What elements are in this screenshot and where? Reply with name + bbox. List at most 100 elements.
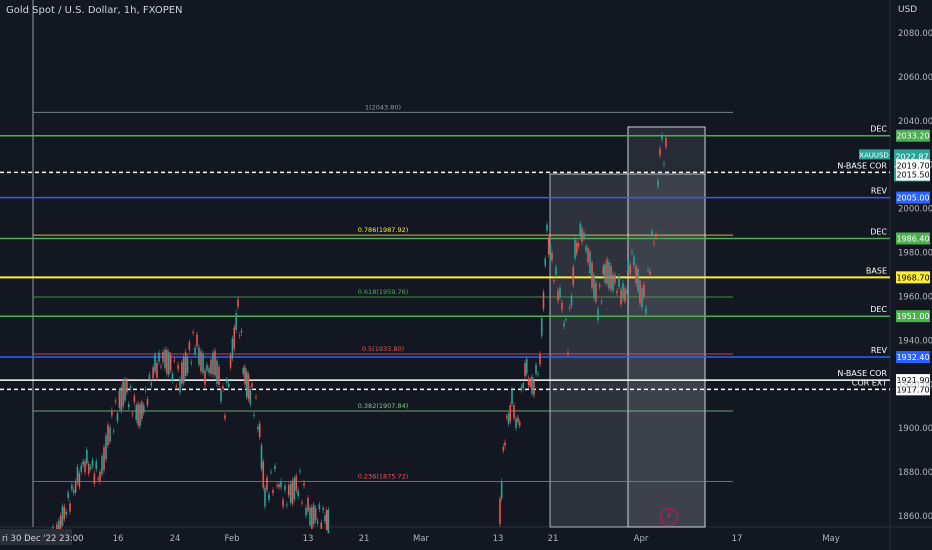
flash-icon[interactable]: ⚡ bbox=[660, 508, 678, 526]
candle-body bbox=[624, 288, 626, 302]
fib-label-2: 0.618(1959.76) bbox=[358, 288, 409, 296]
candle-body bbox=[527, 378, 530, 386]
candle-body bbox=[537, 373, 539, 375]
candle-body bbox=[513, 405, 515, 419]
candle-body bbox=[520, 386, 523, 390]
candle-body bbox=[301, 502, 303, 504]
candle-body bbox=[139, 404, 141, 427]
candle-body bbox=[284, 485, 286, 491]
candle-body bbox=[216, 360, 218, 384]
candle-body bbox=[69, 503, 71, 512]
candle-body bbox=[280, 481, 282, 488]
candle-body bbox=[152, 367, 154, 379]
candle-body bbox=[144, 389, 147, 391]
candle-body bbox=[167, 352, 170, 375]
candle-body bbox=[311, 507, 313, 530]
candle-body bbox=[665, 138, 667, 147]
candle-body bbox=[525, 359, 528, 374]
candle-body bbox=[276, 485, 278, 487]
candle-body bbox=[260, 445, 263, 469]
y-tick-5: 1960.00 bbox=[898, 292, 932, 302]
candle-body bbox=[266, 477, 268, 490]
x-tick-2: Feb bbox=[224, 534, 239, 544]
candle-body bbox=[82, 461, 84, 466]
candle-body bbox=[111, 410, 113, 416]
y-tick-2: 1900.00 bbox=[898, 424, 932, 434]
level-label-3: DEC bbox=[870, 227, 887, 236]
candle-body bbox=[522, 382, 525, 388]
candle-body bbox=[240, 330, 243, 333]
candle-body bbox=[509, 405, 512, 422]
candle-body bbox=[563, 323, 565, 326]
candle-body bbox=[499, 498, 501, 525]
x-tick-8: Apr bbox=[634, 534, 649, 544]
candle-body bbox=[105, 435, 107, 460]
candle-body bbox=[505, 416, 508, 418]
candle-body bbox=[99, 471, 101, 482]
candle-body bbox=[235, 313, 237, 330]
y-tick-3: 1920.00 bbox=[898, 380, 932, 390]
candle-body bbox=[655, 234, 657, 237]
fib-label-5: 0.236(1875.72) bbox=[358, 473, 409, 481]
candle-body bbox=[224, 415, 226, 419]
candle-body bbox=[639, 280, 641, 304]
candle-body bbox=[112, 431, 115, 433]
candle-body bbox=[518, 422, 521, 426]
candle-body bbox=[109, 427, 111, 442]
candle-body bbox=[122, 381, 124, 407]
candle-body bbox=[150, 382, 153, 386]
candle-body bbox=[600, 301, 603, 303]
level-label-1: N-BASE COR bbox=[837, 161, 887, 170]
candle-body bbox=[555, 267, 557, 275]
candle-body bbox=[610, 265, 612, 290]
x-tick-7: 21 bbox=[548, 534, 559, 544]
fib-label-0: 1(2043.80) bbox=[365, 103, 401, 111]
candle-body bbox=[255, 396, 257, 398]
candle-body bbox=[595, 283, 597, 302]
candle-body bbox=[101, 456, 103, 475]
candle-body bbox=[93, 473, 96, 484]
candle-body bbox=[309, 507, 311, 526]
candle-body bbox=[574, 239, 576, 259]
candle-body bbox=[657, 180, 659, 187]
fib-label-3: 0.5(1933.80) bbox=[362, 345, 404, 353]
y-tick-6: 1980.00 bbox=[898, 249, 932, 259]
candle-body bbox=[222, 386, 224, 389]
candle-body bbox=[291, 480, 294, 504]
candle-body bbox=[118, 390, 121, 408]
candle-body bbox=[270, 471, 272, 473]
candle-body bbox=[651, 230, 653, 235]
candle-body bbox=[647, 269, 649, 271]
start-date: ri 30 Dec '22 23:00 bbox=[2, 534, 84, 544]
candle-body bbox=[52, 526, 54, 529]
candle-body bbox=[95, 461, 98, 470]
x-tick-1: 24 bbox=[170, 534, 181, 544]
candle-body bbox=[97, 478, 99, 480]
candle-body bbox=[210, 359, 212, 375]
candle-body bbox=[86, 450, 88, 464]
candle-body bbox=[641, 288, 643, 308]
candle-body bbox=[287, 485, 290, 496]
candle-body bbox=[663, 163, 665, 165]
fib-label-4: 0.382(1907.84) bbox=[358, 402, 409, 410]
candle-body bbox=[146, 399, 149, 406]
candle-body bbox=[635, 266, 637, 284]
candle-body bbox=[251, 383, 253, 387]
candle-body bbox=[535, 364, 537, 374]
x-tick-10: May bbox=[822, 534, 840, 544]
level-label-8: COR EXT bbox=[852, 378, 887, 387]
candle-body bbox=[303, 483, 305, 486]
price-chart[interactable]: 1(2043.80) 0.786(1987.92) 0.618(1959.76) 0.… bbox=[0, 0, 932, 550]
candle-body bbox=[127, 404, 130, 408]
candle-body bbox=[629, 265, 632, 275]
symbol-tag-text: XAUUSD bbox=[859, 151, 889, 159]
candle-body bbox=[278, 484, 280, 488]
level-label-6: REV bbox=[871, 346, 888, 355]
candle-body bbox=[116, 413, 119, 422]
candle-body bbox=[602, 266, 605, 275]
candle-body bbox=[160, 366, 162, 368]
candle-body bbox=[141, 402, 143, 419]
candle-body bbox=[577, 243, 580, 247]
y-tick-1: 1880.00 bbox=[898, 468, 932, 478]
candle-body bbox=[295, 476, 298, 491]
